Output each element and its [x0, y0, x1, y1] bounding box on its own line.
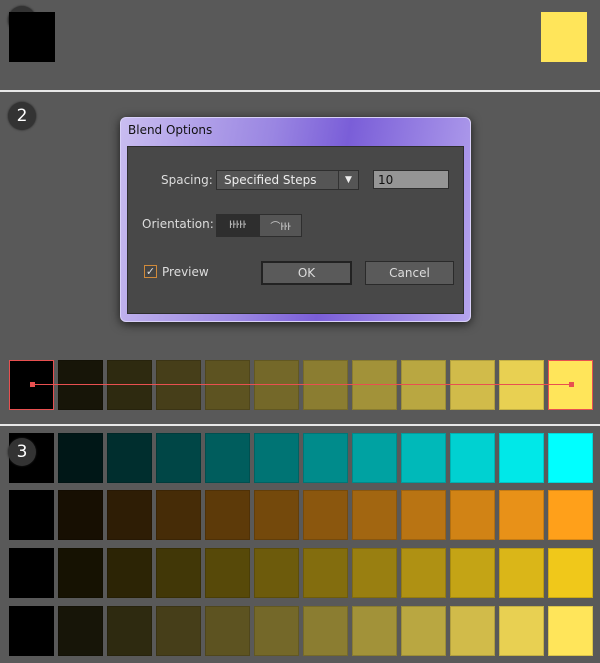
color-swatch[interactable] — [352, 548, 397, 598]
color-swatch[interactable] — [401, 548, 446, 598]
color-swatch[interactable] — [254, 360, 299, 410]
align-to-path-button[interactable]: ⌒ŀŀŀ — [259, 214, 302, 237]
steps-input[interactable]: 10 — [373, 170, 449, 189]
color-swatch[interactable] — [401, 433, 446, 483]
color-swatch[interactable] — [205, 606, 250, 656]
color-swatch[interactable] — [548, 433, 593, 483]
color-swatch[interactable] — [499, 548, 544, 598]
spacing-label: Spacing: — [161, 173, 213, 187]
color-swatch[interactable] — [450, 360, 495, 410]
yellow-square[interactable] — [541, 12, 587, 62]
color-swatch[interactable] — [499, 360, 544, 410]
color-swatch[interactable] — [205, 360, 250, 410]
color-swatch[interactable] — [254, 433, 299, 483]
checkmark-icon: ✓ — [145, 265, 156, 278]
color-swatch[interactable] — [499, 433, 544, 483]
color-swatch[interactable] — [58, 433, 103, 483]
color-swatch[interactable] — [352, 490, 397, 540]
step-badge-3: 3 — [8, 438, 36, 466]
color-swatch[interactable] — [303, 433, 348, 483]
anchor-point[interactable] — [569, 382, 574, 387]
color-swatch[interactable] — [156, 490, 201, 540]
color-swatch[interactable] — [205, 433, 250, 483]
preview-label[interactable]: Preview — [162, 265, 209, 279]
color-swatch[interactable] — [254, 606, 299, 656]
ok-button[interactable]: OK — [261, 261, 352, 285]
color-swatch[interactable] — [352, 360, 397, 410]
color-swatch[interactable] — [254, 548, 299, 598]
blend-row — [0, 360, 600, 410]
dialog-body: Spacing: Specified Steps ▼ 10 Orientation… — [127, 146, 464, 314]
swatch-row — [0, 548, 600, 598]
color-swatch[interactable] — [156, 606, 201, 656]
color-swatch[interactable] — [303, 360, 348, 410]
color-swatch[interactable] — [548, 548, 593, 598]
cancel-button[interactable]: Cancel — [365, 261, 454, 285]
spacing-value: Specified Steps — [224, 173, 317, 187]
blend-options-dialog: Blend Options Spacing: Specified Steps ▼ … — [120, 117, 471, 322]
orientation-label: Orientation: — [142, 217, 214, 231]
color-swatch[interactable] — [156, 433, 201, 483]
color-swatch[interactable] — [107, 360, 152, 410]
color-swatch[interactable] — [9, 606, 54, 656]
color-swatch[interactable] — [9, 548, 54, 598]
color-swatch[interactable] — [548, 490, 593, 540]
color-swatch[interactable] — [205, 490, 250, 540]
preview-checkbox[interactable]: ✓ — [144, 265, 157, 278]
chevron-down-icon: ▼ — [338, 171, 358, 189]
swatch-row — [0, 606, 600, 656]
color-swatch[interactable] — [107, 433, 152, 483]
dialog-title: Blend Options — [128, 123, 213, 137]
color-swatch[interactable] — [450, 606, 495, 656]
color-swatch[interactable] — [107, 548, 152, 598]
spacing-dropdown[interactable]: Specified Steps ▼ — [216, 170, 359, 190]
swatch-row — [0, 490, 600, 540]
color-swatch[interactable] — [401, 360, 446, 410]
color-swatch[interactable] — [450, 548, 495, 598]
color-swatch[interactable] — [303, 548, 348, 598]
color-swatch[interactable] — [450, 490, 495, 540]
color-swatch[interactable] — [548, 606, 593, 656]
align-to-page-icon: ŀŀŀŀŀ — [228, 220, 247, 231]
color-swatch[interactable] — [352, 606, 397, 656]
color-swatch[interactable] — [107, 490, 152, 540]
color-swatch[interactable] — [254, 490, 299, 540]
color-swatch[interactable] — [499, 606, 544, 656]
black-square[interactable] — [9, 12, 55, 62]
color-swatch[interactable] — [156, 548, 201, 598]
align-to-page-button[interactable]: ŀŀŀŀŀ — [216, 214, 259, 237]
color-swatch[interactable] — [156, 360, 201, 410]
color-swatch[interactable] — [9, 490, 54, 540]
swatch-row — [0, 433, 600, 483]
align-to-path-icon: ⌒ŀŀŀ — [270, 222, 291, 233]
color-swatch[interactable] — [303, 490, 348, 540]
divider — [0, 424, 600, 426]
color-swatch[interactable] — [58, 606, 103, 656]
color-swatch[interactable] — [499, 490, 544, 540]
color-swatch[interactable] — [205, 548, 250, 598]
color-swatch[interactable] — [58, 548, 103, 598]
step-badge-2: 2 — [8, 102, 36, 130]
color-swatch[interactable] — [401, 606, 446, 656]
color-swatch[interactable] — [58, 490, 103, 540]
color-swatch[interactable] — [303, 606, 348, 656]
blend-spine[interactable] — [32, 384, 572, 385]
color-swatch[interactable] — [352, 433, 397, 483]
color-swatch[interactable] — [107, 606, 152, 656]
color-swatch[interactable] — [401, 490, 446, 540]
anchor-point[interactable] — [30, 382, 35, 387]
color-swatch[interactable] — [58, 360, 103, 410]
color-swatch[interactable] — [450, 433, 495, 483]
divider — [0, 90, 600, 92]
